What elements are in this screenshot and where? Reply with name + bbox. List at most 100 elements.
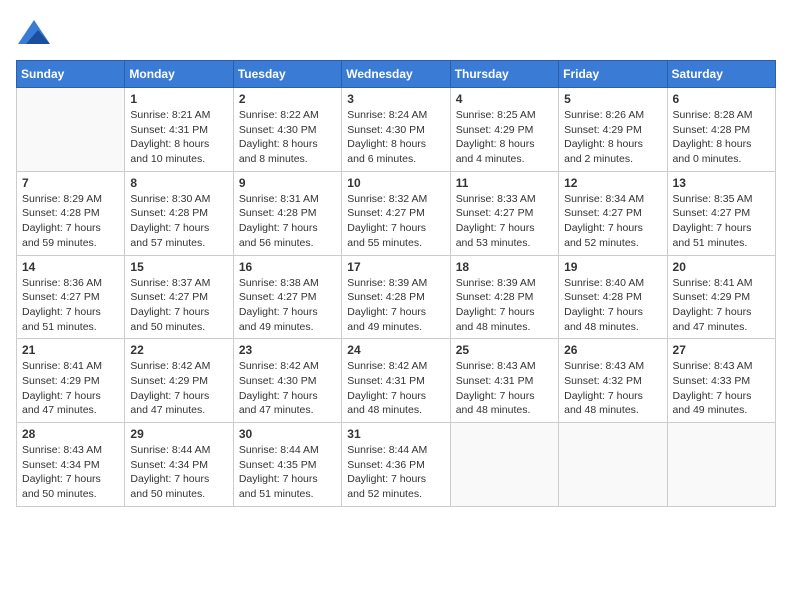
day-number: 3 (347, 92, 444, 106)
calendar-week-row: 1 Sunrise: 8:21 AM Sunset: 4:31 PM Daylig… (17, 88, 776, 172)
calendar-week-row: 7Sunrise: 8:29 AM Sunset: 4:28 PM Daylig… (17, 171, 776, 255)
column-header-thursday: Thursday (450, 61, 558, 88)
day-info: Sunrise: 8:31 AM Sunset: 4:28 PM Dayligh… (239, 192, 336, 251)
day-number: 2 (239, 92, 336, 106)
day-number: 18 (456, 260, 553, 274)
calendar-cell: 17 Sunrise: 8:39 AM Sunset: 4:28 PM Dayli… (342, 255, 450, 339)
day-info: Sunrise: 8:43 AM Sunset: 4:31 PM Dayligh… (456, 359, 553, 418)
calendar-cell: 3 Sunrise: 8:24 AM Sunset: 4:30 PM Daylig… (342, 88, 450, 172)
calendar-cell: 21 Sunrise: 8:41 AM Sunset: 4:29 PM Dayli… (17, 339, 125, 423)
column-header-tuesday: Tuesday (233, 61, 341, 88)
day-number: 15 (130, 260, 227, 274)
calendar-table: SundayMondayTuesdayWednesdayThursdayFrid… (16, 60, 776, 507)
column-header-saturday: Saturday (667, 61, 775, 88)
day-info: Sunrise: 8:44 AM Sunset: 4:36 PM Dayligh… (347, 443, 444, 502)
calendar-cell: 13 Sunrise: 8:35 AM Sunset: 4:27 PM Dayli… (667, 171, 775, 255)
calendar-week-row: 28 Sunrise: 8:43 AM Sunset: 4:34 PM Dayli… (17, 423, 776, 507)
calendar-cell (667, 423, 775, 507)
calendar-cell: 1 Sunrise: 8:21 AM Sunset: 4:31 PM Daylig… (125, 88, 233, 172)
day-number: 13 (673, 176, 770, 190)
day-info: Sunrise: 8:43 AM Sunset: 4:34 PM Dayligh… (22, 443, 119, 502)
day-number: 31 (347, 427, 444, 441)
calendar-cell: 16 Sunrise: 8:38 AM Sunset: 4:27 PM Dayli… (233, 255, 341, 339)
calendar-cell (450, 423, 558, 507)
column-header-friday: Friday (559, 61, 667, 88)
calendar-cell (559, 423, 667, 507)
day-info: Sunrise: 8:42 AM Sunset: 4:31 PM Dayligh… (347, 359, 444, 418)
calendar-cell: 22Sunrise: 8:42 AM Sunset: 4:29 PM Dayli… (125, 339, 233, 423)
day-info: Sunrise: 8:44 AM Sunset: 4:34 PM Dayligh… (130, 443, 227, 502)
day-info: Sunrise: 8:32 AM Sunset: 4:27 PM Dayligh… (347, 192, 444, 251)
day-number: 4 (456, 92, 553, 106)
day-info: Sunrise: 8:22 AM Sunset: 4:30 PM Dayligh… (239, 108, 336, 167)
calendar-cell: 18 Sunrise: 8:39 AM Sunset: 4:28 PM Dayli… (450, 255, 558, 339)
calendar-cell: 25 Sunrise: 8:43 AM Sunset: 4:31 PM Dayli… (450, 339, 558, 423)
day-number: 1 (130, 92, 227, 106)
day-info: Sunrise: 8:37 AM Sunset: 4:27 PM Dayligh… (130, 276, 227, 335)
day-number: 6 (673, 92, 770, 106)
day-info: Sunrise: 8:39 AM Sunset: 4:28 PM Dayligh… (347, 276, 444, 335)
calendar-cell: 20Sunrise: 8:41 AM Sunset: 4:29 PM Dayli… (667, 255, 775, 339)
calendar-cell: 9 Sunrise: 8:31 AM Sunset: 4:28 PM Daylig… (233, 171, 341, 255)
day-number: 29 (130, 427, 227, 441)
day-number: 10 (347, 176, 444, 190)
day-info: Sunrise: 8:41 AM Sunset: 4:29 PM Dayligh… (22, 359, 119, 418)
calendar-cell: 10 Sunrise: 8:32 AM Sunset: 4:27 PM Dayli… (342, 171, 450, 255)
day-info: Sunrise: 8:34 AM Sunset: 4:27 PM Dayligh… (564, 192, 661, 251)
calendar-cell: 19Sunrise: 8:40 AM Sunset: 4:28 PM Dayli… (559, 255, 667, 339)
day-number: 16 (239, 260, 336, 274)
calendar-cell: 26Sunrise: 8:43 AM Sunset: 4:32 PM Dayli… (559, 339, 667, 423)
day-number: 28 (22, 427, 119, 441)
day-number: 5 (564, 92, 661, 106)
calendar-week-row: 14 Sunrise: 8:36 AM Sunset: 4:27 PM Dayli… (17, 255, 776, 339)
calendar-cell: 29 Sunrise: 8:44 AM Sunset: 4:34 PM Dayli… (125, 423, 233, 507)
calendar-cell: 27Sunrise: 8:43 AM Sunset: 4:33 PM Dayli… (667, 339, 775, 423)
calendar-cell: 8 Sunrise: 8:30 AM Sunset: 4:28 PM Daylig… (125, 171, 233, 255)
calendar-cell: 31 Sunrise: 8:44 AM Sunset: 4:36 PM Dayli… (342, 423, 450, 507)
day-number: 25 (456, 343, 553, 357)
column-header-sunday: Sunday (17, 61, 125, 88)
calendar-cell: 24 Sunrise: 8:42 AM Sunset: 4:31 PM Dayli… (342, 339, 450, 423)
calendar-cell: 11 Sunrise: 8:33 AM Sunset: 4:27 PM Dayli… (450, 171, 558, 255)
calendar-header-row: SundayMondayTuesdayWednesdayThursdayFrid… (17, 61, 776, 88)
day-number: 8 (130, 176, 227, 190)
calendar-week-row: 21 Sunrise: 8:41 AM Sunset: 4:29 PM Dayli… (17, 339, 776, 423)
day-number: 23 (239, 343, 336, 357)
day-number: 7 (22, 176, 119, 190)
day-info: Sunrise: 8:44 AM Sunset: 4:35 PM Dayligh… (239, 443, 336, 502)
day-info: Sunrise: 8:43 AM Sunset: 4:33 PM Dayligh… (673, 359, 770, 418)
day-info: Sunrise: 8:39 AM Sunset: 4:28 PM Dayligh… (456, 276, 553, 335)
day-info: Sunrise: 8:36 AM Sunset: 4:27 PM Dayligh… (22, 276, 119, 335)
day-number: 17 (347, 260, 444, 274)
day-number: 30 (239, 427, 336, 441)
logo-icon (16, 16, 52, 52)
day-info: Sunrise: 8:33 AM Sunset: 4:27 PM Dayligh… (456, 192, 553, 251)
day-number: 24 (347, 343, 444, 357)
calendar-cell: 6 Sunrise: 8:28 AM Sunset: 4:28 PM Daylig… (667, 88, 775, 172)
day-info: Sunrise: 8:38 AM Sunset: 4:27 PM Dayligh… (239, 276, 336, 335)
calendar-cell: 23 Sunrise: 8:42 AM Sunset: 4:30 PM Dayli… (233, 339, 341, 423)
day-info: Sunrise: 8:35 AM Sunset: 4:27 PM Dayligh… (673, 192, 770, 251)
day-info: Sunrise: 8:24 AM Sunset: 4:30 PM Dayligh… (347, 108, 444, 167)
day-info: Sunrise: 8:30 AM Sunset: 4:28 PM Dayligh… (130, 192, 227, 251)
day-number: 9 (239, 176, 336, 190)
calendar-cell: 5 Sunrise: 8:26 AM Sunset: 4:29 PM Daylig… (559, 88, 667, 172)
logo (16, 16, 56, 52)
day-number: 14 (22, 260, 119, 274)
day-number: 12 (564, 176, 661, 190)
day-info: Sunrise: 8:25 AM Sunset: 4:29 PM Dayligh… (456, 108, 553, 167)
day-info: Sunrise: 8:40 AM Sunset: 4:28 PM Dayligh… (564, 276, 661, 335)
day-info: Sunrise: 8:28 AM Sunset: 4:28 PM Dayligh… (673, 108, 770, 167)
day-number: 21 (22, 343, 119, 357)
day-info: Sunrise: 8:21 AM Sunset: 4:31 PM Dayligh… (130, 108, 227, 167)
day-number: 22 (130, 343, 227, 357)
calendar-cell: 30 Sunrise: 8:44 AM Sunset: 4:35 PM Dayli… (233, 423, 341, 507)
calendar-cell: 12 Sunrise: 8:34 AM Sunset: 4:27 PM Dayli… (559, 171, 667, 255)
day-number: 11 (456, 176, 553, 190)
day-info: Sunrise: 8:42 AM Sunset: 4:30 PM Dayligh… (239, 359, 336, 418)
column-header-monday: Monday (125, 61, 233, 88)
calendar-cell: 15 Sunrise: 8:37 AM Sunset: 4:27 PM Dayli… (125, 255, 233, 339)
day-number: 20 (673, 260, 770, 274)
calendar-cell: 2 Sunrise: 8:22 AM Sunset: 4:30 PM Daylig… (233, 88, 341, 172)
day-info: Sunrise: 8:26 AM Sunset: 4:29 PM Dayligh… (564, 108, 661, 167)
